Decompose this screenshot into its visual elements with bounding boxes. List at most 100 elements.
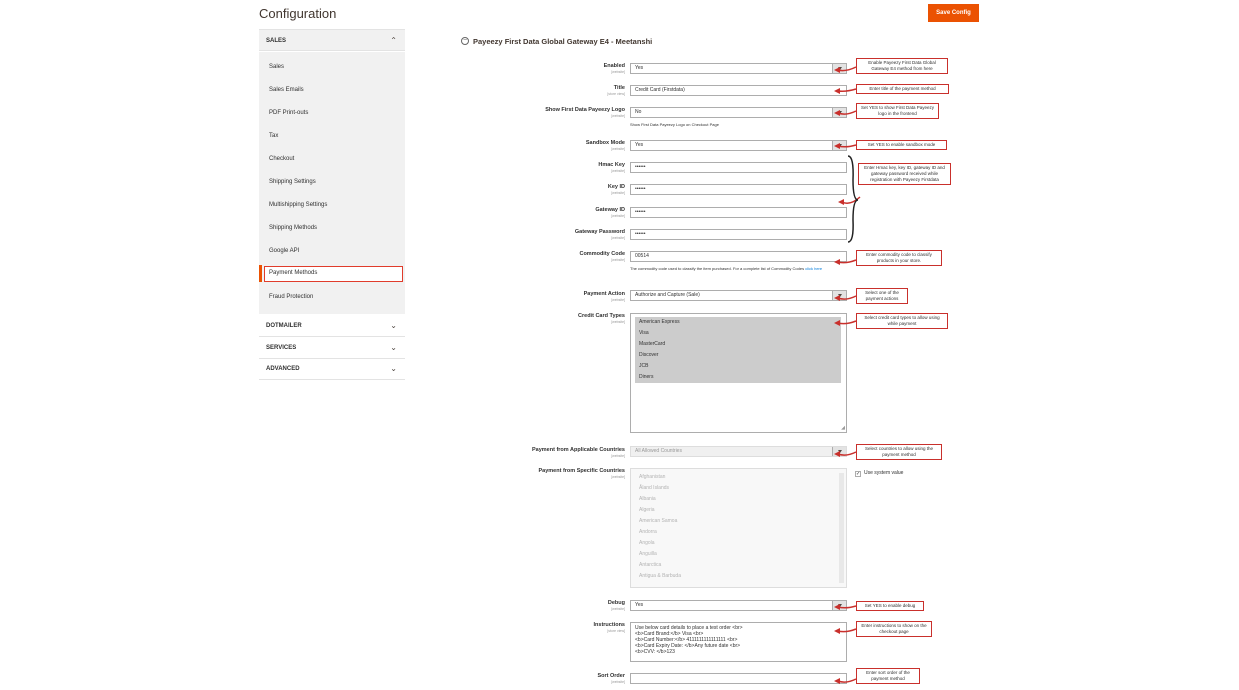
scope-title: [store view] (607, 92, 625, 96)
arrow-commodity (837, 259, 857, 264)
country-option: Andorra (639, 529, 657, 535)
logo-select[interactable]: No (630, 107, 847, 118)
scope-logo: [website] (611, 114, 625, 118)
sidebar-item-multishipping-settings[interactable]: Multishipping Settings (269, 202, 327, 208)
instructions-textarea[interactable]: Use below card details to place a test o… (630, 622, 847, 662)
arrow-icon (837, 66, 861, 683)
annotation-logo: Set YES to show First Data Payeezy logo … (856, 103, 939, 119)
annotation-enabled: Enable Payeezy First Data Global Gateway… (856, 58, 948, 74)
cc-option[interactable]: Visa (635, 328, 841, 339)
country-option: Afghanistan (639, 474, 666, 480)
sidebar-section-label: ADVANCED (266, 366, 300, 372)
chevron-down-icon: ⌄ (390, 321, 397, 330)
save-config-button[interactable]: Save Config (928, 4, 979, 22)
specific-countries-multiselect[interactable]: Afghanistan Åland Islands Albania Algeri… (630, 468, 847, 588)
sandbox-value: Yes (635, 142, 644, 148)
arrow-debug (837, 605, 857, 609)
sandbox-select[interactable]: Yes (630, 140, 847, 151)
labels-column: Enabled [website] Title [store view] Sho… (420, 0, 625, 690)
action-value: Authorize and Capture (Sale) (635, 292, 700, 298)
scope-enabled: [website] (611, 70, 625, 74)
credit-card-types-multiselect[interactable]: American Express Visa MasterCard Discove… (630, 313, 847, 433)
label-hmac: Hmac Key (598, 162, 625, 168)
scope-commodity: [website] (611, 258, 625, 262)
sidebar-item-shipping-settings[interactable]: Shipping Settings (269, 179, 316, 185)
country-option: Algeria (639, 507, 655, 513)
sidebar-item-pdf-printouts[interactable]: PDF Print-outs (269, 110, 308, 116)
sidebar-section-advanced[interactable]: ADVANCED ⌄ (259, 358, 405, 380)
label-enabled: Enabled (603, 63, 625, 69)
gateway-id-input[interactable]: •••••• (630, 207, 847, 218)
cc-option[interactable]: MasterCard (635, 339, 841, 350)
arrow-action (837, 295, 857, 300)
page-title: Configuration (259, 6, 337, 21)
applicable-countries-select[interactable]: All Allowed Countries (630, 446, 847, 457)
label-commodity: Commodity Code (579, 251, 625, 257)
label-action: Payment Action (583, 291, 625, 297)
scope-specific: [website] (611, 475, 625, 479)
label-debug: Debug (607, 600, 625, 606)
commodity-note-text: The commodity code used to classify the … (630, 266, 805, 271)
annotation-cctypes: Select credit card types to allow using … (856, 313, 948, 329)
cc-option[interactable]: JCB (635, 361, 841, 372)
sidebar-item-sales[interactable]: Sales (269, 64, 284, 70)
sidebar-item-payment-methods[interactable]: Payment Methods (259, 265, 403, 282)
sidebar-section-services[interactable]: SERVICES ⌄ (259, 337, 405, 359)
scope-gatewayid: [website] (611, 214, 625, 218)
sidebar-item-sales-emails[interactable]: Sales Emails (269, 87, 304, 93)
label-cctypes: Credit Card Types (578, 313, 625, 319)
sidebar-item-fraud-protection[interactable]: Fraud Protection (269, 294, 313, 300)
label-sandbox: Sandbox Mode (585, 140, 625, 146)
country-option: American Samoa (639, 518, 678, 524)
chevron-up-icon: ⌃ (390, 36, 397, 45)
keyid-value: •••••• (635, 186, 646, 192)
scope-keyid: [website] (611, 191, 625, 195)
country-option: Antarctica (639, 562, 662, 568)
label-instructions: Instructions (593, 622, 625, 628)
applicable-value: All Allowed Countries (635, 448, 682, 454)
arrow-cctypes (837, 320, 857, 325)
scope-sort: [website] (611, 680, 625, 684)
cc-option[interactable]: American Express (635, 317, 841, 328)
gatewaypw-value: •••••• (635, 231, 646, 237)
arrow-title (837, 88, 857, 92)
key-id-input[interactable]: •••••• (630, 184, 847, 195)
scope-applicable: [website] (611, 454, 625, 458)
arrowheads (834, 67, 844, 684)
sort-order-input[interactable] (630, 673, 847, 684)
payment-action-select[interactable]: Authorize and Capture (Sale) (630, 290, 847, 301)
label-gatewayid: Gateway ID (595, 207, 625, 213)
commodity-value: 00514 (635, 253, 649, 259)
cc-option[interactable]: Diners (635, 372, 841, 383)
hmac-key-input[interactable]: •••••• (630, 162, 847, 173)
sidebar-item-google-api[interactable]: Google API (269, 248, 299, 254)
sidebar-section-sales[interactable]: SALES ⌃ (259, 29, 405, 51)
label-sort: Sort Order (597, 673, 625, 679)
scope-action: [website] (611, 298, 625, 302)
annotation-title: Enter title of the payment method (856, 84, 949, 94)
sidebar-item-checkout[interactable]: Checkout (269, 156, 294, 162)
gateway-password-input[interactable]: •••••• (630, 229, 847, 240)
enabled-select[interactable]: Yes (630, 63, 847, 74)
sidebar-item-tax[interactable]: Tax (269, 133, 278, 139)
arrow-enabled (837, 66, 857, 72)
cc-option[interactable]: Discover (635, 350, 841, 361)
debug-value: Yes (635, 602, 644, 608)
title-input[interactable]: Credit Card (Firstdata) (630, 85, 847, 96)
title-value: Credit Card (Firstdata) (635, 87, 685, 93)
debug-select[interactable]: Yes (630, 600, 847, 611)
sidebar-section-label: SALES (266, 38, 287, 44)
annotation-action: Select one of the payment actions (856, 288, 908, 304)
commodity-code-input[interactable]: 00514 (630, 251, 847, 262)
scope-hmac: [website] (611, 169, 625, 173)
annotation-countries: Select countries to allow using the paym… (856, 444, 942, 460)
arrow-instructions (837, 628, 857, 633)
country-option: Åland Islands (639, 485, 670, 491)
arrow-logo (837, 110, 857, 115)
sidebar-section-dotmailer[interactable]: DOTMAILER ⌄ (259, 315, 405, 337)
scope-gatewaypw: [website] (611, 236, 625, 240)
enabled-value: Yes (635, 65, 644, 71)
sidebar-item-shipping-methods[interactable]: Shipping Methods (269, 225, 317, 231)
label-title: Title (613, 85, 625, 91)
logo-note: Show First Data Payeezy Logo on Checkout… (630, 122, 719, 127)
